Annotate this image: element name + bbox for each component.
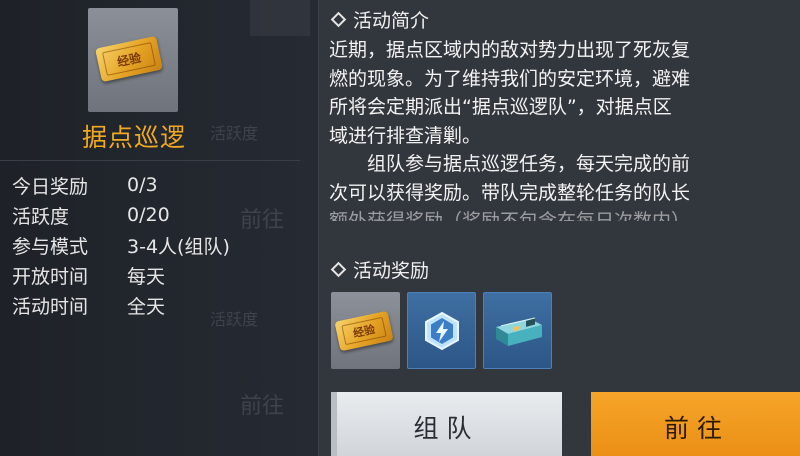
intro-line: 域进行排查清剿。 bbox=[329, 124, 482, 147]
reward-list: 经验 bbox=[331, 292, 552, 369]
info-key: 参与模式 bbox=[12, 235, 89, 258]
event-info-list: 今日奖励 0/3 活跃度 0/20 参与模式 3-4人(组队) 开放时间 每天 … bbox=[12, 170, 230, 320]
exp-ticket-label: 经验 bbox=[341, 316, 387, 346]
intro-line: 所将会定期派出“据点巡逻队”，对据点区 bbox=[329, 96, 672, 118]
event-detail-screen: 前往 前往 活跃度 活跃度 经验 据点巡逻 今日奖励 0/3 活跃度 0/20 … bbox=[0, 0, 800, 456]
supply-chest-icon bbox=[496, 317, 542, 346]
info-key: 今日奖励 bbox=[12, 175, 89, 198]
diamond-bullet-icon bbox=[330, 261, 347, 278]
intro-line: 组队参与据点巡逻任务，每天完成的前 bbox=[329, 153, 691, 175]
rewards-heading-label: 活动奖励 bbox=[353, 260, 430, 282]
info-value: 全天 bbox=[127, 295, 166, 318]
event-icon-card: 经验 bbox=[88, 8, 178, 112]
info-row-mode: 参与模式 3-4人(组队) bbox=[12, 230, 230, 260]
info-key: 活跃度 bbox=[12, 205, 70, 228]
team-up-button[interactable]: 组队 bbox=[331, 392, 562, 456]
info-row-activity: 活跃度 0/20 bbox=[12, 200, 230, 230]
intro-line: 燃的现象。为了维持我们的安定环境，避难 bbox=[329, 67, 691, 90]
event-title: 据点巡逻 bbox=[81, 123, 186, 152]
info-row-event-time: 活动时间 全天 bbox=[12, 290, 230, 320]
diamond-bullet-icon bbox=[330, 11, 347, 28]
divider bbox=[0, 160, 300, 161]
intro-line-partial: 额外获得奖励（奖励不包含在每日次数内） bbox=[329, 210, 691, 221]
reward-item-chest[interactable] bbox=[483, 292, 552, 369]
info-value: 0/3 bbox=[127, 174, 158, 196]
info-key: 开放时间 bbox=[12, 265, 89, 288]
info-value: 每天 bbox=[127, 265, 166, 288]
info-row-daily-reward: 今日奖励 0/3 bbox=[12, 170, 230, 200]
info-value: 3-4人(组队) bbox=[127, 235, 230, 258]
reward-item-exp[interactable]: 经验 bbox=[331, 292, 400, 369]
energy-hexagon-icon bbox=[425, 311, 459, 351]
info-key: 活动时间 bbox=[12, 295, 89, 318]
info-value: 0/20 bbox=[127, 204, 170, 226]
event-detail-panel[interactable]: 活动简介 近期，据点区域内的敌对势力出现了死灰复 燃的现象。为了维持我们的安定环… bbox=[318, 0, 800, 456]
go-button[interactable]: 前往 bbox=[591, 392, 800, 456]
intro-text: 近期，据点区域内的敌对势力出现了死灰复 燃的现象。为了维持我们的安定环境，避难 … bbox=[329, 36, 800, 221]
intro-heading: 活动简介 bbox=[330, 6, 430, 33]
intro-heading-label: 活动简介 bbox=[353, 10, 430, 32]
rewards-heading: 活动奖励 bbox=[330, 256, 430, 283]
info-row-open-time: 开放时间 每天 bbox=[12, 260, 230, 290]
intro-line: 近期，据点区域内的敌对势力出现了死灰复 bbox=[329, 39, 691, 61]
exp-ticket-label: 经验 bbox=[102, 42, 156, 76]
exp-ticket-icon: 经验 bbox=[334, 310, 394, 352]
intro-line: 次可以获得奖励。带队完成整轮任务的队长 bbox=[329, 181, 691, 204]
exp-ticket-icon: 经验 bbox=[95, 35, 163, 83]
event-summary-panel: 经验 据点巡逻 今日奖励 0/3 活跃度 0/20 参与模式 3-4人(组队) … bbox=[0, 0, 318, 456]
reward-item-energy[interactable] bbox=[407, 292, 476, 369]
